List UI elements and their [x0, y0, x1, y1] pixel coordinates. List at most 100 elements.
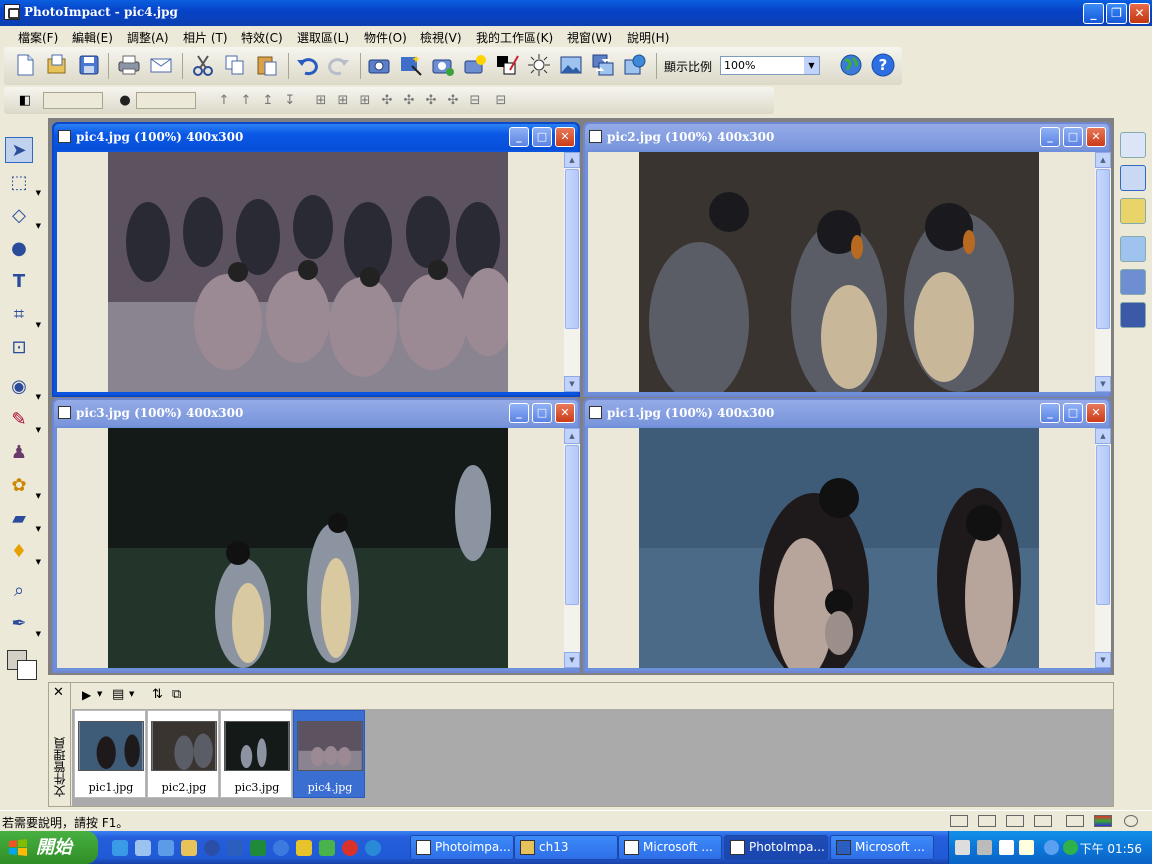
window-close-button[interactable]: ✕	[1086, 403, 1106, 423]
thumbnail-pic3[interactable]: pic3.jpg	[220, 710, 292, 798]
menu-effect[interactable]: 特效(C)	[241, 29, 283, 46]
menu-workspace[interactable]: 我的工作區(K)	[476, 29, 553, 46]
window-minimize-button[interactable]: _	[1040, 127, 1060, 147]
convert-icon[interactable]	[590, 52, 616, 78]
window-minimize-button[interactable]: _	[1040, 403, 1060, 423]
window-close-button[interactable]: ✕	[555, 403, 575, 423]
stamp-tool-icon[interactable]: ♟	[5, 440, 33, 466]
excel-icon[interactable]	[250, 840, 266, 856]
brush-tool-icon[interactable]: ✎ ▼	[5, 407, 41, 434]
open-icon[interactable]	[44, 52, 70, 78]
new-icon[interactable]	[12, 52, 38, 78]
window-close-button[interactable]: ✕	[555, 127, 575, 147]
thumbnail-pic4[interactable]: pic4.jpg	[293, 710, 365, 798]
enhance-icon[interactable]	[462, 52, 488, 78]
messenger-icon[interactable]	[273, 840, 289, 856]
duplicate-icon[interactable]: ⧉	[172, 687, 181, 702]
crop-tool-icon[interactable]: ⌗ ▼	[5, 302, 41, 329]
panel-easypalette-icon[interactable]	[1120, 165, 1146, 191]
transform-tool-icon[interactable]: ⊡	[5, 335, 33, 361]
send-back-icon[interactable]: ↧	[283, 94, 297, 108]
scroll-up-icon[interactable]: ▲	[1095, 428, 1111, 444]
text-tool-icon[interactable]: T	[5, 269, 33, 295]
app-title-bar[interactable]: PhotoImpact - pic4.jpg _ ❐ ✕	[0, 0, 1152, 26]
status-measure-icon[interactable]	[1066, 815, 1084, 827]
menu-adjust[interactable]: 調整(A)	[127, 29, 169, 46]
vertical-scrollbar[interactable]: ▲ ▼	[1095, 428, 1111, 668]
soft-edge-icon[interactable]: ●	[118, 94, 132, 108]
app-icon[interactable]	[4, 4, 20, 20]
panel-quick-icon[interactable]	[1120, 236, 1146, 262]
send-backward-icon[interactable]: ↥	[261, 94, 275, 108]
ime-icon[interactable]	[999, 840, 1014, 855]
help-tray-icon[interactable]	[1019, 840, 1034, 855]
align-middle-icon[interactable]: ✣	[402, 94, 416, 108]
image-canvas[interactable]	[57, 152, 564, 392]
fill-shape-icon[interactable]: ●	[5, 236, 33, 262]
chevron-down-icon[interactable]: ▼	[97, 690, 102, 698]
app-icon-yellow[interactable]	[296, 840, 312, 856]
task-photoimpact-1[interactable]: Photoimpa...	[410, 835, 514, 860]
chevron-down-icon[interactable]: ▼	[804, 57, 819, 74]
image-window-pic2[interactable]: pic2.jpg (100%) 400x300 _ □ ✕ ▲ ▼	[583, 122, 1111, 397]
align-center-icon[interactable]: ⊞	[336, 94, 350, 108]
menu-object[interactable]: 物件(O)	[364, 29, 407, 46]
pen-icon[interactable]	[977, 840, 992, 855]
undo-icon[interactable]	[294, 52, 320, 78]
globe-icon[interactable]	[838, 52, 864, 78]
status-glasses-icon[interactable]	[950, 815, 968, 827]
align-bottom-icon[interactable]: ✣	[424, 94, 438, 108]
window-maximize-button[interactable]: □	[1063, 403, 1083, 423]
align-right-icon[interactable]: ⊞	[358, 94, 372, 108]
window-title-bar[interactable]: pic2.jpg (100%) 400x300 _ □ ✕	[585, 124, 1109, 150]
media-player-icon[interactable]	[204, 840, 220, 856]
status-eye-icon[interactable]	[1124, 815, 1138, 827]
same-height-icon[interactable]: ⊟	[494, 94, 508, 108]
fill-tool-icon[interactable]: ♦ ▼	[5, 539, 41, 566]
menu-edit[interactable]: 編輯(E)	[72, 29, 113, 46]
scroll-up-icon[interactable]: ▲	[564, 152, 580, 168]
menu-view[interactable]: 檢視(V)	[420, 29, 462, 46]
thumbnail-pic2[interactable]: pic2.jpg	[147, 710, 219, 798]
vertical-scrollbar[interactable]: ▲ ▼	[564, 152, 580, 392]
close-button[interactable]: ✕	[1129, 3, 1150, 24]
scroll-thumb[interactable]	[565, 169, 579, 329]
redo-icon[interactable]	[326, 52, 352, 78]
start-button[interactable]: 開始	[0, 831, 98, 864]
panel-attributes-icon[interactable]	[1120, 198, 1146, 224]
status-color-icon[interactable]	[1094, 815, 1112, 827]
close-icon[interactable]: ✕	[53, 685, 64, 700]
window-maximize-button[interactable]: □	[1063, 127, 1083, 147]
ie-icon[interactable]	[112, 840, 128, 856]
image-canvas[interactable]	[588, 152, 1095, 392]
quick-launch-icon[interactable]	[158, 840, 174, 856]
image-window-pic4[interactable]: pic4.jpg (100%) 400x300 _ □ ✕ ▲ ▼	[52, 122, 580, 397]
window-title-bar[interactable]: pic4.jpg (100%) 400x300 _ □ ✕	[54, 124, 578, 150]
scroll-thumb[interactable]	[565, 445, 579, 605]
play-icon[interactable]: ▶	[82, 688, 91, 702]
eye-tool-icon[interactable]: ◉ ▼	[5, 374, 41, 401]
zoom-select[interactable]: 100% ▼	[720, 56, 820, 75]
window-minimize-button[interactable]: _	[509, 127, 529, 147]
path-tool-icon[interactable]: ◇ ▼	[5, 203, 41, 230]
wand-icon[interactable]	[398, 52, 424, 78]
cut-icon[interactable]	[190, 52, 216, 78]
print-icon[interactable]	[116, 52, 142, 78]
vertical-scrollbar[interactable]: ▲ ▼	[564, 428, 580, 668]
status-frame-icon[interactable]	[1006, 815, 1024, 827]
menu-help[interactable]: 說明(H)	[627, 29, 669, 46]
image-window-pic1[interactable]: pic1.jpg (100%) 400x300 _ □ ✕ ▲ ▼	[583, 398, 1111, 673]
status-ruler-icon[interactable]	[1034, 815, 1052, 827]
scroll-up-icon[interactable]: ▲	[1095, 152, 1111, 168]
menu-file[interactable]: 檔案(F)	[18, 29, 58, 46]
minimize-button[interactable]: _	[1083, 3, 1104, 24]
word-icon[interactable]	[227, 840, 243, 856]
panel-layers-icon[interactable]	[1120, 132, 1146, 158]
app-icon-green[interactable]	[319, 840, 335, 856]
eraser-tool-icon[interactable]: ▰ ▼	[5, 506, 41, 533]
task-microsoft-word[interactable]: Microsoft ...	[830, 835, 934, 860]
folder-icon[interactable]	[181, 840, 197, 856]
edge-spinner[interactable]	[136, 92, 196, 109]
save-icon[interactable]	[76, 52, 102, 78]
paste-icon[interactable]	[254, 52, 280, 78]
